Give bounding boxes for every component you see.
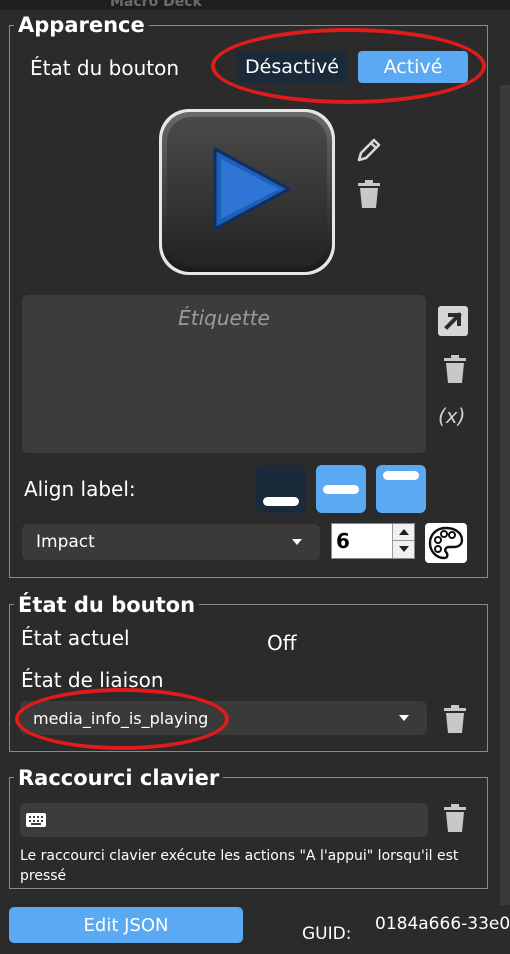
align-bottom-button[interactable] bbox=[256, 465, 306, 513]
delete-icon-label[interactable] bbox=[440, 351, 470, 387]
font-dropdown-value: Impact bbox=[36, 532, 95, 552]
current-state-value: Off bbox=[267, 631, 297, 655]
stepper-up-icon[interactable] bbox=[399, 529, 409, 535]
window-title-strip bbox=[0, 0, 510, 10]
delete-icon-image[interactable] bbox=[354, 176, 384, 212]
appearance-title: Apparence bbox=[14, 13, 149, 37]
binding-state-label: État de liaison bbox=[21, 668, 164, 692]
font-dropdown[interactable]: Impact bbox=[22, 524, 320, 560]
button-state-title: État du bouton bbox=[14, 593, 200, 617]
stepper-down-icon[interactable] bbox=[399, 546, 409, 552]
color-palette-icon[interactable] bbox=[425, 523, 467, 563]
hotkey-title: Raccourci clavier bbox=[14, 766, 224, 790]
button-preview[interactable] bbox=[157, 107, 337, 277]
align-center-button[interactable] bbox=[316, 465, 366, 513]
font-size-stepper-arrows[interactable] bbox=[392, 524, 414, 558]
binding-state-value: media_info_is_playing bbox=[33, 708, 209, 728]
guid-label: GUID: bbox=[302, 924, 352, 944]
expand-editor-icon[interactable] bbox=[436, 304, 470, 338]
disabled-toggle[interactable]: Désactivé bbox=[237, 51, 347, 83]
variable-icon[interactable]: (x) bbox=[438, 404, 465, 428]
align-label-text: Align label: bbox=[24, 477, 136, 501]
play-icon bbox=[159, 109, 335, 275]
window-title: Macro Deck bbox=[110, 0, 202, 10]
delete-icon-binding[interactable] bbox=[440, 701, 470, 737]
scrollbar-track[interactable] bbox=[500, 85, 510, 905]
hotkey-input[interactable] bbox=[20, 803, 428, 837]
edit-pencil-icon[interactable] bbox=[352, 133, 386, 167]
chevron-down-icon bbox=[292, 539, 302, 545]
button-state-label: État du bouton bbox=[30, 56, 180, 80]
current-state-label: État actuel bbox=[21, 626, 130, 650]
chevron-down-icon bbox=[399, 715, 409, 721]
align-top-button[interactable] bbox=[376, 465, 426, 513]
keyboard-icon bbox=[26, 813, 46, 827]
binding-state-dropdown[interactable]: media_info_is_playing bbox=[20, 701, 427, 735]
font-size-value: 6 bbox=[336, 529, 350, 553]
guid-value: 0184a666-33e0 bbox=[375, 914, 510, 934]
edit-json-button[interactable]: Edit JSON bbox=[9, 907, 243, 943]
delete-icon-hotkey[interactable] bbox=[440, 800, 470, 836]
enabled-toggle[interactable]: Activé bbox=[358, 51, 468, 83]
hotkey-help-text: Le raccourci clavier exécute les actions… bbox=[20, 848, 459, 884]
label-placeholder: Étiquette bbox=[178, 306, 270, 330]
